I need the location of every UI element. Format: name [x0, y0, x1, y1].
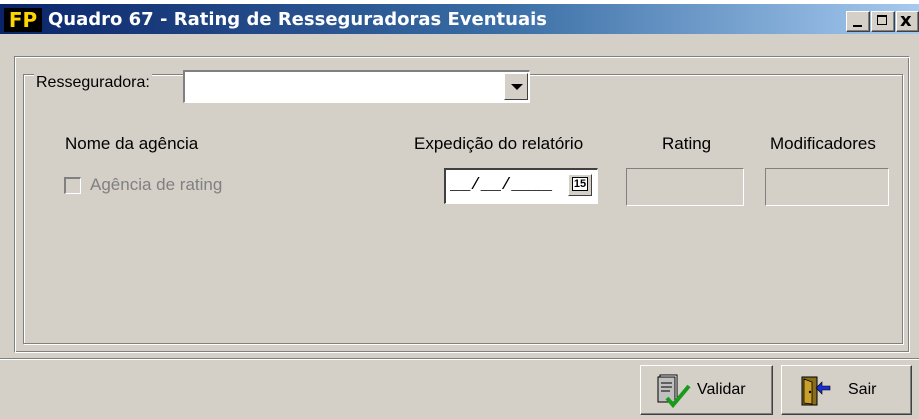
modificadores-field[interactable]	[765, 168, 889, 206]
chevron-down-icon	[511, 84, 523, 90]
footer-divider	[0, 358, 919, 360]
calendar-icon: 15	[571, 177, 589, 191]
resseguradora-select[interactable]	[183, 70, 530, 103]
maximize-icon	[877, 15, 887, 25]
validar-button[interactable]: Validar	[640, 365, 773, 415]
resseguradora-label: Resseguradora:	[34, 74, 152, 92]
close-button[interactable]: x	[896, 10, 919, 32]
sair-button[interactable]: Sair	[781, 365, 912, 415]
resseguradora-groupbox	[23, 74, 903, 344]
dropdown-button[interactable]	[504, 73, 528, 100]
column-header-nome-agencia: Nome da agência	[65, 134, 199, 153]
column-header-expedicao: Expedição do relatório	[414, 134, 584, 153]
validate-document-icon	[657, 374, 691, 408]
title-bar[interactable]: FP Quadro 67 - Rating de Resseguradoras …	[0, 0, 919, 34]
app-logo-icon: FP	[4, 8, 42, 32]
date-mask: __/__/____	[450, 176, 553, 195]
agencia-rating-label: Agência de rating	[90, 175, 223, 194]
column-header-modificadores: Modificadores	[770, 134, 876, 153]
minimize-button[interactable]	[846, 11, 870, 32]
agencia-rating-checkbox[interactable]	[64, 177, 81, 194]
column-header-rating: Rating	[662, 134, 712, 153]
minimize-icon	[853, 25, 862, 27]
sair-label: Sair	[848, 381, 877, 398]
exit-door-icon	[801, 376, 831, 406]
rating-field[interactable]	[626, 168, 744, 206]
validar-label: Validar	[697, 381, 746, 398]
window-title: Quadro 67 - Rating de Resseguradoras Eve…	[48, 9, 547, 30]
expedicao-date-input[interactable]: __/__/____ 15	[444, 168, 598, 204]
maximize-button[interactable]	[871, 11, 895, 32]
calendar-button[interactable]: 15	[568, 174, 592, 196]
close-icon: x	[900, 10, 912, 31]
